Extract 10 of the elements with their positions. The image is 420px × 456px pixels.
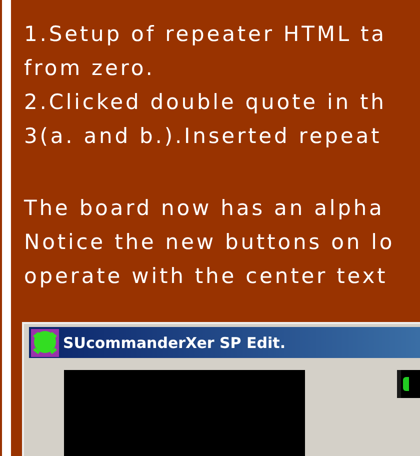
text-line: Notice the new buttons on lo [24,229,396,256]
text-line: 3(a. and b.).Inserted repeat [24,123,383,150]
text-line: 2.Clicked double quote in th [24,89,388,116]
text-line: 1.Setup of repeater HTML ta [24,21,388,48]
text-line: from zero. [24,55,156,82]
text-line: The board now has an alpha [24,195,386,222]
app-logo-icon [31,328,59,356]
text-line: operate with the center text [24,263,389,290]
indicator-button[interactable] [396,370,420,398]
window-title: SUcommanderXer SP Edit. [63,334,286,352]
